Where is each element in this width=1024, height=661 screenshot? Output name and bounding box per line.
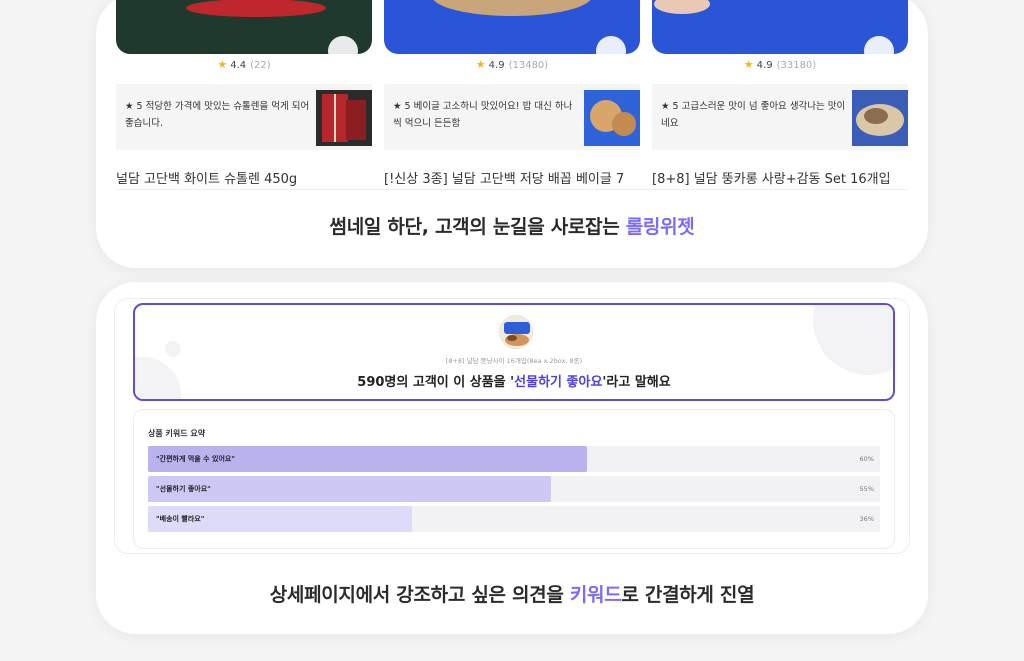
review-count: (33180) — [776, 60, 817, 71]
keyword-widget-card: [8+8] 널담 뚱냥사이 16개입(8ea x 2box, 8종) 590명의… — [96, 282, 928, 634]
review-snippet[interactable]: ★ 5 고급스러운 맛이 넘 좋아요 생각나는 맛이네요 — [652, 84, 908, 150]
product-thumbnail[interactable] — [384, 0, 640, 54]
rating-value: 4.4 — [230, 60, 247, 71]
caption-text: 썸네일 하단, 고객의 눈길을 사로잡는 — [329, 216, 626, 238]
keyword-percent: 55% — [859, 485, 874, 493]
keyword-percent: 36% — [859, 515, 874, 523]
keyword-bar: "배송이 빨라요" 36% — [148, 506, 880, 532]
product-name[interactable]: [8+8] 널담 뚱카롱 사랑+감동 Set 16개입 — [652, 168, 908, 187]
keyword-label: "간편하게 먹을 수 있어요" — [156, 455, 236, 463]
review-text: ★ 5 적당한 가격에 맛있는 슈톨렌을 먹게 되어 좋습니다. — [125, 101, 310, 129]
review-snippet[interactable]: ★ 5 적당한 가격에 맛있는 슈톨렌을 먹게 되어 좋습니다. — [116, 84, 372, 150]
keyword-label: "선물하기 좋아요" — [156, 485, 211, 493]
keyword-summary: 상품 키워드 요약 "간편하게 먹을 수 있어요" 60% "선물하기 좋아요"… — [133, 409, 895, 549]
section-caption: 썸네일 하단, 고객의 눈길을 사로잡는 롤링위젯 — [96, 212, 928, 239]
rolling-widget-card: ★ 4.4 (22) ★ 5 적당한 가격에 맛있는 슈톨렌을 먹게 되어 좋습니다… — [96, 0, 928, 268]
headline-prefix: 590명의 고객이 이 상품을 ' — [357, 375, 515, 390]
review-photo — [316, 90, 372, 146]
star-icon: ★ — [217, 58, 228, 71]
caption-highlight: 키워드 — [569, 584, 622, 606]
product-rating: ★ 4.9 (33180) — [652, 58, 908, 71]
product-avatar — [499, 315, 533, 349]
summary-title: 상품 키워드 요약 — [148, 429, 206, 438]
review-snippet[interactable]: ★ 5 베이글 고소하니 맛있어요! 밥 대신 하나씩 먹으니 든든함 — [384, 84, 640, 150]
product-thumbnail[interactable] — [652, 0, 908, 54]
caption-text: 상세페이지에서 강조하고 싶은 의견을 — [269, 584, 570, 606]
keyword-bar: "선물하기 좋아요" 55% — [148, 476, 880, 502]
keyword-headline: 590명의 고객이 이 상품을 '선물하기 좋아요'라고 말해요 — [135, 371, 893, 390]
review-text: ★ 5 베이글 고소하니 맛있어요! 밥 대신 하나씩 먹으니 든든함 — [393, 101, 573, 129]
rating-value: 4.9 — [488, 60, 505, 71]
product-name[interactable]: 널담 고단백 화이트 슈톨렌 450g — [116, 168, 372, 187]
keyword-label: "배송이 빨라요" — [156, 515, 205, 523]
product-name[interactable]: [!신상 3종] 널담 고단백 저당 배꼽 베이글 7 — [384, 168, 640, 187]
caption-highlight: 롤링위젯 — [625, 216, 695, 238]
widget-preview: [8+8] 널담 뚱냥사이 16개입(8ea x 2box, 8종) 590명의… — [114, 298, 910, 554]
keyword-percent: 60% — [859, 455, 874, 463]
product-name: [8+8] 널담 뚱냥사이 16개입(8ea x 2box, 8종) — [445, 357, 583, 365]
product-card[interactable]: ★ 4.9 (13480) ★ 5 베이글 고소하니 맛있어요! 밥 대신 하나씩 … — [384, 0, 640, 190]
product-row: ★ 4.4 (22) ★ 5 적당한 가격에 맛있는 슈톨렌을 먹게 되어 좋습니다… — [116, 0, 908, 190]
keyword-hero-banner: [8+8] 널담 뚱냥사이 16개입(8ea x 2box, 8종) 590명의… — [133, 303, 895, 401]
review-text: ★ 5 고급스러운 맛이 넘 좋아요 생각나는 맛이네요 — [661, 101, 846, 129]
product-rating: ★ 4.9 (13480) — [384, 58, 640, 71]
headline-suffix: '라고 말해요 — [602, 375, 671, 390]
keyword-bar: "간편하게 먹을 수 있어요" 60% — [148, 446, 880, 472]
star-icon: ★ — [743, 58, 754, 71]
divider — [116, 189, 908, 190]
product-thumbnail[interactable] — [116, 0, 372, 54]
product-rating: ★ 4.4 (22) — [116, 58, 372, 71]
star-icon: ★ — [475, 58, 486, 71]
section-caption: 상세페이지에서 강조하고 싶은 의견을 키워드로 간결하게 진열 — [96, 580, 928, 607]
rating-value: 4.9 — [756, 60, 773, 71]
caption-text-end: 로 간결하게 진열 — [621, 584, 755, 606]
review-photo — [584, 90, 640, 146]
product-card[interactable]: ★ 4.9 (33180) ★ 5 고급스러운 맛이 넘 좋아요 생각나는 맛이네요… — [652, 0, 908, 190]
review-photo — [852, 90, 908, 146]
review-count: (22) — [250, 60, 271, 71]
product-card[interactable]: ★ 4.4 (22) ★ 5 적당한 가격에 맛있는 슈톨렌을 먹게 되어 좋습니다… — [116, 0, 372, 190]
review-count: (13480) — [508, 60, 549, 71]
headline-keyword: 선물하기 좋아요 — [514, 375, 603, 390]
